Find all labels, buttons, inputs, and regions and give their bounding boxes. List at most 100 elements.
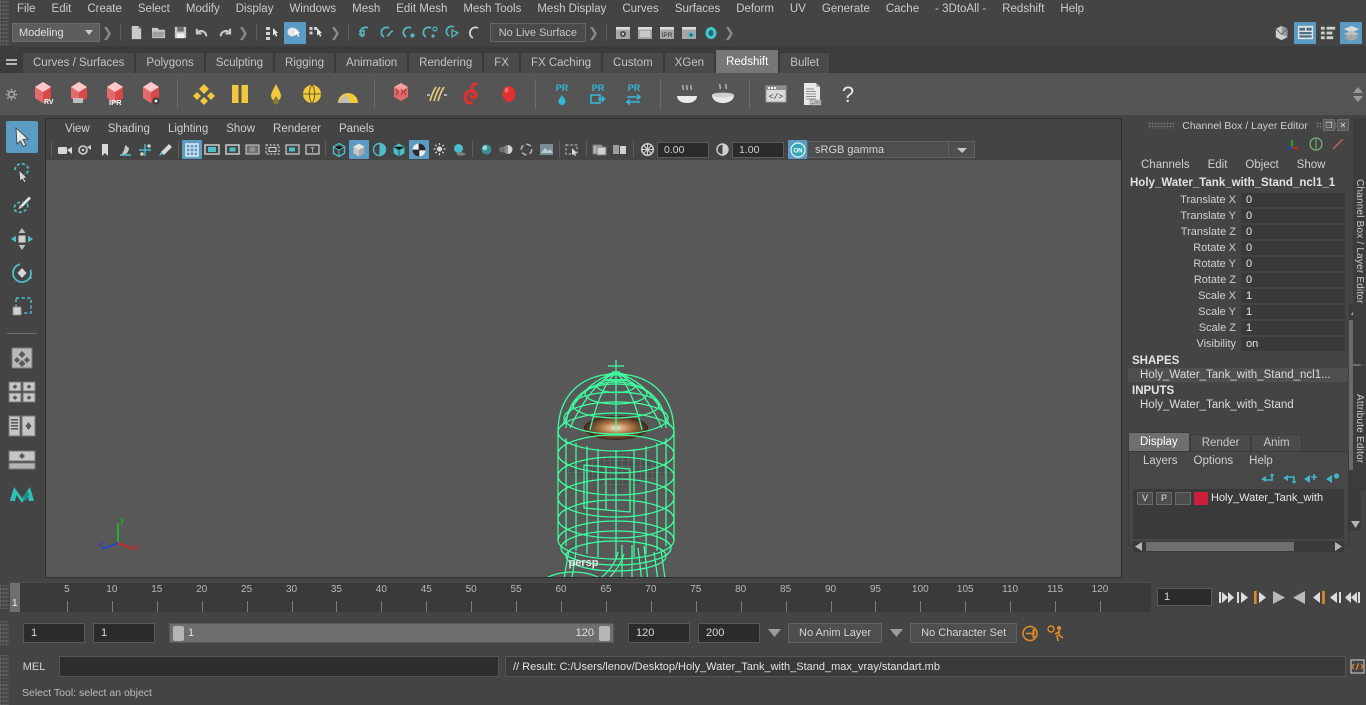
select-camera-icon[interactable] bbox=[55, 140, 75, 159]
camera-attributes-icon[interactable] bbox=[75, 140, 95, 159]
snap-to-view-plane-icon[interactable] bbox=[442, 22, 464, 44]
new-layer-from-selected-icon[interactable] bbox=[1325, 472, 1340, 485]
shadows-icon[interactable] bbox=[449, 140, 469, 159]
mel-label[interactable]: MEL bbox=[9, 661, 59, 673]
bookmark-icon[interactable] bbox=[95, 140, 115, 159]
snap-to-grid-icon[interactable] bbox=[354, 22, 376, 44]
shelf-redshift-script-editor-icon[interactable]: </> bbox=[759, 77, 793, 111]
step-forward-keyframe-icon[interactable] bbox=[1326, 587, 1343, 607]
wireframe-on-shaded-icon[interactable] bbox=[389, 140, 409, 159]
shelf-tab-fx[interactable]: FX bbox=[483, 52, 520, 73]
channel-value[interactable]: 1 bbox=[1241, 305, 1345, 319]
layer-list[interactable]: V P Holy_Water_Tank_with bbox=[1133, 489, 1344, 539]
shelf-tab-fx-caching[interactable]: FX Caching bbox=[519, 52, 603, 73]
menu-generate[interactable]: Generate bbox=[814, 0, 878, 19]
shelf-scroll-arrows[interactable] bbox=[1350, 73, 1366, 115]
shelf-tab-redshift[interactable]: Redshift bbox=[715, 49, 780, 73]
layer-shading-toggle[interactable] bbox=[1175, 491, 1191, 505]
render-view-icon[interactable] bbox=[612, 22, 634, 44]
menu-file[interactable]: File bbox=[9, 0, 44, 19]
viewport-menu-shading[interactable]: Shading bbox=[99, 119, 159, 139]
viewport-menu-lighting[interactable]: Lighting bbox=[159, 119, 217, 139]
layer-name[interactable]: Holy_Water_Tank_with bbox=[1211, 492, 1323, 504]
move-layer-up-icon[interactable] bbox=[1259, 472, 1274, 485]
shelf-tab-custom[interactable]: Custom bbox=[602, 52, 664, 73]
shelf-menu-icon[interactable] bbox=[0, 47, 22, 73]
range-end-field[interactable]: 120 bbox=[628, 623, 690, 643]
shelf-redshift-proxy-icon[interactable] bbox=[384, 77, 418, 111]
character-set-dropdown-icon[interactable] bbox=[882, 623, 910, 643]
channel-row-translate-x[interactable]: Translate X 0 bbox=[1128, 192, 1348, 208]
layer-menu-help[interactable]: Help bbox=[1241, 455, 1281, 467]
shelf-redshift-render-view-icon[interactable]: RV bbox=[26, 77, 60, 111]
channel-row-rotate-y[interactable]: Rotate Y 0 bbox=[1128, 256, 1348, 272]
select-object-icon[interactable] bbox=[283, 21, 306, 44]
shelf-tab-rigging[interactable]: Rigging bbox=[274, 52, 336, 73]
undo-icon[interactable] bbox=[192, 22, 214, 44]
command-line-grip[interactable] bbox=[0, 654, 9, 679]
menu-mesh[interactable]: Mesh bbox=[344, 0, 388, 19]
new-scene-icon[interactable] bbox=[126, 22, 148, 44]
animation-start-field[interactable]: 1 bbox=[23, 623, 85, 643]
channel-value[interactable]: 0 bbox=[1241, 241, 1345, 255]
render-settings-icon[interactable] bbox=[678, 22, 700, 44]
exposure-field[interactable]: 0.00 bbox=[657, 141, 709, 158]
panel-drag-dots-left[interactable] bbox=[1148, 122, 1175, 129]
shelf-redshift-render-sequence-icon[interactable] bbox=[62, 77, 96, 111]
layer-tab-anim[interactable]: Anim bbox=[1251, 434, 1302, 451]
menu-help[interactable]: Help bbox=[1052, 0, 1092, 19]
safe-title-icon[interactable]: T bbox=[302, 140, 322, 159]
menu-uv[interactable]: UV bbox=[782, 0, 814, 19]
menu-create[interactable]: Create bbox=[79, 0, 130, 19]
layer-menu-layers[interactable]: Layers bbox=[1135, 455, 1186, 467]
animation-end-field[interactable]: 200 bbox=[698, 623, 760, 643]
resolution-gate-icon[interactable] bbox=[222, 140, 242, 159]
single-perspective-layout-button[interactable] bbox=[6, 376, 38, 408]
range-bar[interactable]: 1 120 bbox=[169, 623, 614, 643]
play-backwards-icon[interactable] bbox=[1269, 587, 1289, 607]
shelf-redshift-light-area-icon[interactable] bbox=[295, 77, 329, 111]
close-panel-icon[interactable]: ✕ bbox=[1337, 119, 1349, 131]
menu-mesh-tools[interactable]: Mesh Tools bbox=[455, 0, 529, 19]
menu-edit-mesh[interactable]: Edit Mesh bbox=[388, 0, 455, 19]
move-tool-button[interactable] bbox=[6, 223, 38, 255]
layer-color-swatch[interactable] bbox=[1194, 491, 1208, 505]
viewport-menu-show[interactable]: Show bbox=[217, 119, 264, 139]
shelf-redshift-light-ies-icon[interactable] bbox=[331, 77, 365, 111]
shelf-tab-polygons[interactable]: Polygons bbox=[135, 52, 205, 73]
script-editor-icon[interactable] bbox=[1348, 656, 1366, 677]
channel-box-menu-channels[interactable]: Channels bbox=[1132, 159, 1199, 171]
field-chart-icon[interactable] bbox=[262, 140, 282, 159]
scale-tool-button[interactable] bbox=[6, 291, 38, 323]
shelf-redshift-hair-icon[interactable] bbox=[420, 77, 454, 111]
attribute-editor-icon[interactable] bbox=[1294, 21, 1316, 44]
channel-value[interactable]: 0 bbox=[1241, 273, 1345, 287]
menu-curves[interactable]: Curves bbox=[614, 0, 666, 19]
chann el-row-scale-y[interactable]: Scale Y 1 bbox=[1128, 304, 1348, 320]
safe-action-icon[interactable] bbox=[282, 140, 302, 159]
menu-3dtoall[interactable]: - 3DtoAll - bbox=[927, 0, 994, 19]
shelf-tab-rendering[interactable]: Rendering bbox=[408, 52, 484, 73]
menu-redshift[interactable]: Redshift bbox=[994, 0, 1052, 19]
use-all-lights-icon[interactable] bbox=[429, 140, 449, 159]
shelf-tab-animation[interactable]: Animation bbox=[335, 52, 409, 73]
channel-value[interactable]: 0 bbox=[1241, 209, 1345, 223]
layer-scroll-thumb[interactable] bbox=[1146, 542, 1294, 551]
redo-icon[interactable] bbox=[214, 22, 236, 44]
motion-blur-icon[interactable] bbox=[496, 140, 516, 159]
rotate-tool-button[interactable] bbox=[6, 257, 38, 289]
menu-display[interactable]: Display bbox=[228, 0, 282, 19]
shelf-redshift-material-blender-icon[interactable] bbox=[223, 77, 257, 111]
menu-modify[interactable]: Modify bbox=[178, 0, 228, 19]
anim-layer-field[interactable]: No Anim Layer bbox=[788, 623, 883, 643]
shelf-scroll-up-icon[interactable] bbox=[1353, 86, 1363, 93]
play-forwards-icon[interactable] bbox=[1289, 587, 1309, 607]
channel-toggle-icon[interactable] bbox=[1308, 136, 1324, 152]
gate-mask-icon[interactable] bbox=[242, 140, 262, 159]
mel-input[interactable] bbox=[59, 656, 499, 677]
range-start-field[interactable]: 1 bbox=[93, 623, 155, 643]
layer-tab-render[interactable]: Render bbox=[1189, 434, 1252, 451]
time-slider-grip[interactable] bbox=[0, 585, 9, 609]
make-live-icon[interactable] bbox=[464, 22, 486, 44]
channel-row-rotate-z[interactable]: Rotate Z 0 bbox=[1128, 272, 1348, 288]
